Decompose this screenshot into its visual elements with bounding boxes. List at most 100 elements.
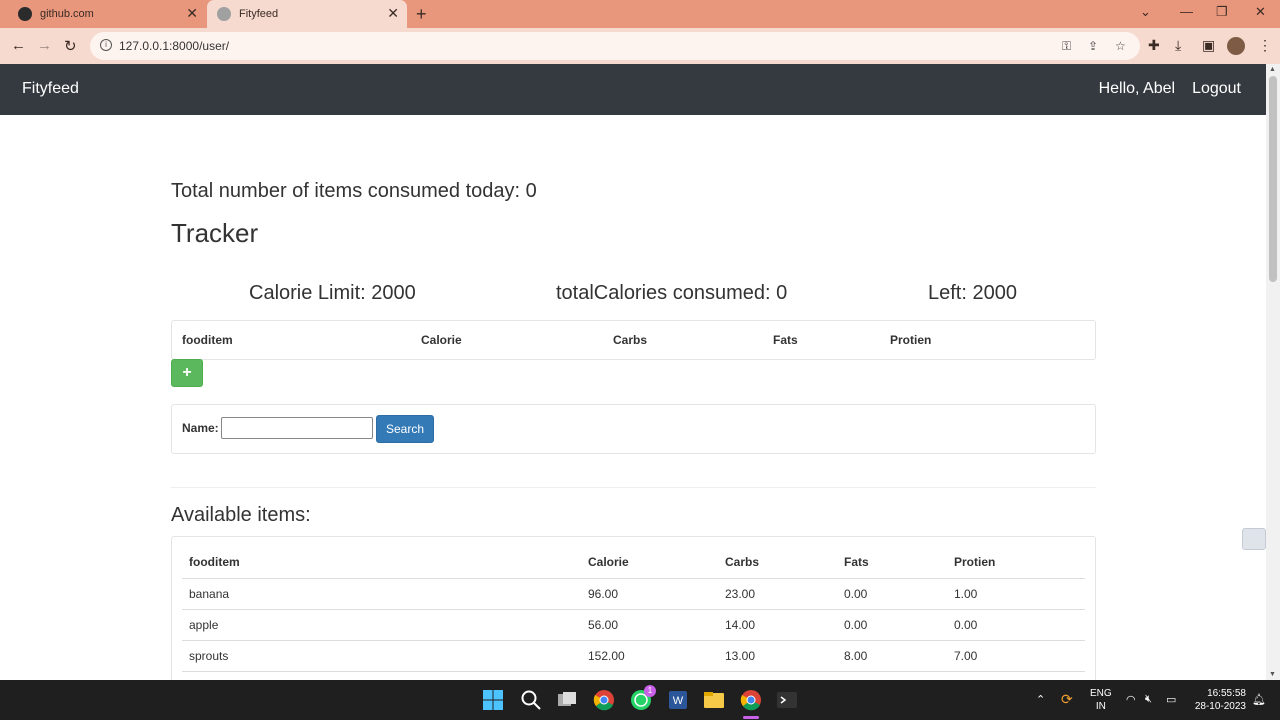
- notification-badge: 1: [644, 685, 656, 697]
- column-header: Calorie: [421, 333, 462, 347]
- clock-date: 28-10-2023: [1194, 701, 1246, 712]
- tab-search-icon[interactable]: ⌄: [1140, 4, 1151, 20]
- key-icon[interactable]: ⚿: [1062, 39, 1071, 54]
- cell-fooditem: sprouts: [182, 640, 581, 672]
- language-code: ENG: [1090, 688, 1112, 699]
- new-tab-icon[interactable]: +: [416, 4, 427, 25]
- side-panel-icon[interactable]: ▣: [1202, 37, 1215, 54]
- cell-fats: 0.00: [837, 609, 947, 641]
- available-items-title: Available items:: [171, 504, 311, 526]
- tracker-title: Tracker: [171, 218, 259, 248]
- calories-left: Left: 2000: [928, 282, 1017, 304]
- globe-icon: [217, 7, 231, 21]
- cell-protien: 1.00: [947, 578, 1085, 610]
- menu-kebab-icon[interactable]: ⋮: [1258, 37, 1272, 54]
- extensions-icon[interactable]: ✚: [1148, 37, 1160, 54]
- close-tab-icon[interactable]: ✕: [387, 6, 399, 20]
- language-indicator[interactable]: ENG IN: [1090, 687, 1112, 713]
- restore-icon[interactable]: ❐: [1216, 4, 1228, 20]
- avatar[interactable]: [1227, 37, 1245, 55]
- items-consumed-heading: Total number of items consumed today: 0: [171, 180, 537, 202]
- add-item-button[interactable]: +: [171, 359, 203, 387]
- logout-link[interactable]: Logout: [1192, 80, 1241, 98]
- back-icon[interactable]: ←: [11, 37, 26, 54]
- address-bar[interactable]: i 127.0.0.1:8000/user/ ⚿ ⇪ ☆: [90, 32, 1140, 60]
- cell-fats: 8.00: [837, 640, 947, 672]
- share-icon[interactable]: ⇪: [1088, 39, 1098, 53]
- table-header-row: fooditem Calorie Carbs Fats Protien: [182, 547, 1085, 579]
- task-view-icon[interactable]: [556, 689, 578, 711]
- scrollbar-thumb[interactable]: [1269, 76, 1277, 282]
- download-icon[interactable]: ⤓: [1175, 37, 1181, 54]
- table-row[interactable]: sprouts 152.00 13.00 8.00 7.00: [182, 640, 1085, 672]
- bookmark-star-icon[interactable]: ☆: [1115, 39, 1126, 53]
- word-icon[interactable]: W: [667, 689, 689, 711]
- close-window-icon[interactable]: ✕: [1255, 4, 1266, 20]
- greeting-link[interactable]: Hello, Abel: [1099, 80, 1176, 98]
- tab-github[interactable]: github.com ✕: [8, 0, 206, 28]
- region-code: IN: [1095, 701, 1106, 712]
- divider: [171, 487, 1096, 488]
- available-items-panel: fooditem Calorie Carbs Fats Protien bana…: [171, 536, 1096, 680]
- cell-fooditem: banana: [182, 578, 581, 610]
- nav-right: Hello, Abel Logout: [1099, 80, 1241, 98]
- column-header: Fats: [837, 547, 947, 579]
- search-icon[interactable]: [520, 689, 542, 711]
- table-row[interactable]: banana 96.00 23.00 0.00 1.00: [182, 578, 1085, 610]
- sync-icon[interactable]: ⟳: [1061, 691, 1073, 708]
- column-header: Carbs: [718, 547, 837, 579]
- clock-time: 16:55:58: [1207, 688, 1246, 699]
- column-header: Carbs: [613, 333, 648, 347]
- close-tab-icon[interactable]: ✕: [186, 6, 198, 20]
- browser-toolbar: ← → ↻ i 127.0.0.1:8000/user/ ⚿ ⇪ ☆ ✚ ⤓ ▣…: [0, 28, 1280, 64]
- search-button[interactable]: Search: [376, 415, 434, 443]
- brand-link[interactable]: Fityfeed: [22, 80, 79, 98]
- site-info-icon[interactable]: i: [100, 39, 112, 51]
- github-icon: [18, 7, 32, 21]
- cell-carbs: 23.00: [718, 578, 837, 610]
- minimize-icon[interactable]: —: [1180, 4, 1193, 19]
- cell-carbs: 13.00: [718, 640, 837, 672]
- total-calories-consumed: totalCalories consumed: 0: [556, 282, 788, 304]
- extension-widget-icon[interactable]: [1242, 528, 1266, 550]
- chrome-active-icon[interactable]: [740, 689, 762, 711]
- page-viewport: Fityfeed Hello, Abel Logout Total number…: [0, 64, 1266, 680]
- windows-start-icon[interactable]: [482, 689, 504, 711]
- svg-text:W: W: [673, 695, 684, 707]
- cell-carbs: 14.00: [718, 609, 837, 641]
- scroll-up-icon[interactable]: ▲: [1269, 66, 1276, 73]
- table-row[interactable]: apple 56.00 14.00 0.00 0.00: [182, 609, 1085, 641]
- scroll-down-icon[interactable]: ▼: [1269, 671, 1276, 678]
- clock[interactable]: 16:55:58 28-10-2023: [1190, 687, 1246, 713]
- cell-protien: 7.00: [947, 640, 1085, 672]
- column-header: Fats: [773, 333, 798, 347]
- tab-fityfeed[interactable]: Fityfeed ✕: [207, 0, 407, 28]
- file-explorer-icon[interactable]: [703, 689, 725, 711]
- tray-overflow-icon[interactable]: ⌃: [1036, 693, 1045, 706]
- column-header: fooditem: [182, 547, 581, 579]
- cell-calorie: 96.00: [581, 578, 718, 610]
- volume-muted-icon[interactable]: 🔇︎: [1145, 693, 1152, 706]
- forward-icon[interactable]: →: [37, 37, 52, 54]
- column-header: Protien: [947, 547, 1085, 579]
- tab-title: Fityfeed: [239, 8, 279, 20]
- battery-icon[interactable]: ▭: [1166, 693, 1176, 706]
- notifications-bell-icon[interactable]: 🔔︎: [1252, 693, 1266, 706]
- reload-icon[interactable]: ↻: [64, 37, 77, 55]
- page-scrollbar[interactable]: ▲ ▼: [1266, 64, 1280, 680]
- tab-title: github.com: [40, 8, 94, 20]
- url-text: 127.0.0.1:8000/user/: [119, 39, 230, 53]
- chrome-icon[interactable]: [593, 689, 615, 711]
- tracker-table: fooditem Calorie Carbs Fats Protien: [171, 320, 1096, 360]
- calorie-limit: Calorie Limit: 2000: [249, 282, 416, 304]
- column-header: Calorie: [581, 547, 718, 579]
- cell-calorie: 152.00: [581, 640, 718, 672]
- site-navbar: Fityfeed Hello, Abel Logout: [0, 64, 1266, 115]
- wifi-icon[interactable]: ◠: [1126, 693, 1136, 706]
- terminal-icon[interactable]: [776, 689, 798, 711]
- windows-taskbar: 1 W ⌃ ⟳ ENG IN ◠ 🔇︎ ▭ 16:55:58 28-10-202…: [0, 680, 1280, 720]
- cell-fooditem: apple: [182, 609, 581, 641]
- search-input[interactable]: [221, 417, 373, 439]
- available-items-table: fooditem Calorie Carbs Fats Protien bana…: [182, 547, 1085, 672]
- column-header: Protien: [890, 333, 932, 347]
